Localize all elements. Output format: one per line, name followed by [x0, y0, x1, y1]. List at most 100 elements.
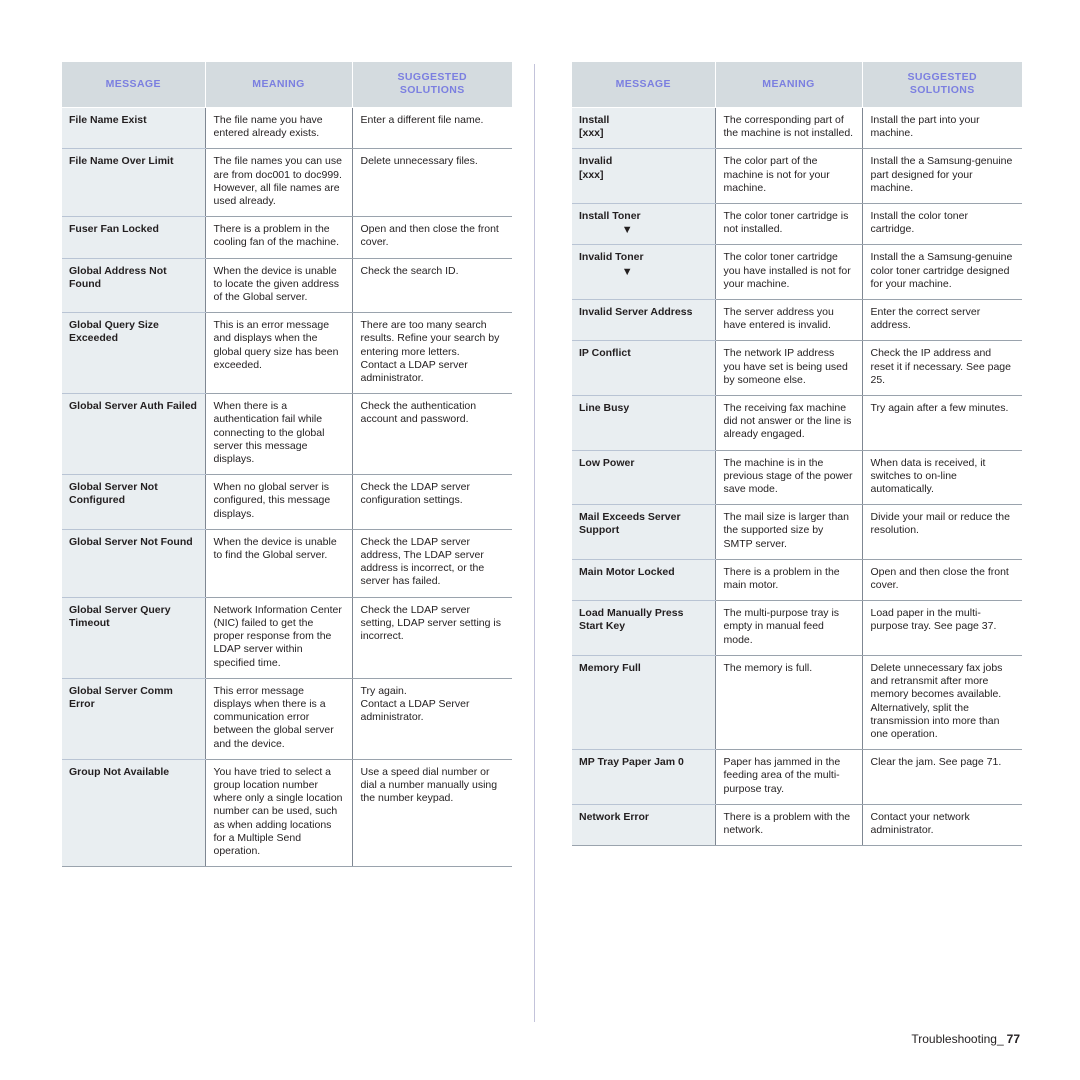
cell-meaning: The file names you can use are from doc0… [204, 148, 352, 218]
message-text: Install [xxx] [579, 114, 610, 140]
cell-message: Global Query Size Exceeded [62, 312, 205, 395]
message-text: Global Server Comm Error [69, 684, 173, 710]
cell-message: Install Toner ▼ [572, 203, 715, 246]
cell-message: Global Address Not Found [62, 258, 205, 314]
table-row: Group Not Available You have tried to sel… [62, 759, 512, 868]
table-row: Install [xxx] The corresponding part of th… [572, 107, 1022, 150]
cell-message: Main Motor Locked [572, 559, 715, 602]
cell-message: Mail Exceeds Server Support [572, 504, 715, 560]
message-text: Invalid [xxx] [579, 155, 613, 181]
table-row: Fuser Fan Locked There is a problem in th… [62, 216, 512, 259]
cell-suggested-solution: Divide your mail or reduce the resolutio… [861, 504, 1022, 560]
table-row: File Name Over Limit The file names you c… [62, 148, 512, 218]
column-header-message: MESSAGE [572, 62, 716, 108]
document-page: MESSAGE MEANING SUGGESTED SOLUTIONS File Na… [0, 0, 1080, 1080]
cell-suggested-solution: Enter a different file name. [351, 107, 512, 150]
message-text: Invalid Toner [579, 251, 644, 264]
cell-meaning: There is a problem in the cooling fan of… [204, 216, 352, 259]
table-row: Install Toner ▼ The color toner cartridge … [572, 203, 1022, 246]
column-header-message: MESSAGE [62, 62, 206, 108]
message-text: Main Motor Locked [579, 565, 675, 578]
cell-meaning: There is a problem in the main motor. [714, 559, 862, 602]
message-text: Global Server Not Found [69, 535, 193, 548]
cell-message: File Name Exist [62, 107, 205, 150]
cell-meaning: When the device is unable to find the Gl… [204, 529, 352, 598]
message-text: Global Server Query Timeout [69, 603, 171, 629]
table-body-left: File Name Exist The file name you have en… [62, 107, 512, 868]
footer-section-label: Troubleshooting_ [911, 1032, 1004, 1046]
cell-message: Global Server Auth Failed [62, 393, 205, 476]
cell-meaning: This error message displays when there i… [204, 678, 352, 760]
table-header-left: MESSAGE MEANING SUGGESTED SOLUTIONS [62, 62, 512, 108]
message-text: Mail Exceeds Server Support [579, 511, 681, 537]
table-row: Global Server Not Found When the device i… [62, 529, 512, 598]
message-text: Global Address Not Found [69, 264, 167, 290]
cell-suggested-solution: Use a speed dial number or dial a number… [351, 759, 512, 868]
error-message-table-right: MESSAGE MEANING SUGGESTED SOLUTIONS Install… [572, 62, 1022, 847]
message-text: Global Server Not Configured [69, 481, 158, 507]
cell-suggested-solution: Delete unnecessary files. [351, 148, 512, 218]
cell-message: Install [xxx] [572, 107, 715, 150]
table-row: Invalid [xxx] The color part of the machin… [572, 148, 1022, 205]
cell-message: Memory Full [572, 655, 715, 751]
table-row: Global Server Comm Error This error messa… [62, 678, 512, 760]
table-body-right: Install [xxx] The corresponding part of th… [572, 107, 1022, 847]
column-divider-rule [534, 64, 535, 1022]
table-row: Global Server Query Timeout Network Infor… [62, 597, 512, 679]
message-text: Global Server Auth Failed [69, 400, 197, 413]
cell-message: Line Busy [572, 395, 715, 451]
message-text: Fuser Fan Locked [69, 223, 159, 236]
cell-suggested-solution: Check the LDAP server address, The LDAP … [351, 529, 512, 598]
message-text: Install Toner [579, 210, 641, 223]
cell-suggested-solution: Enter the correct server address. [861, 299, 1022, 342]
cell-meaning: The memory is full. [714, 655, 862, 751]
triangle-down-icon: ▼ [621, 224, 633, 237]
cell-suggested-solution: Try again. Contact a LDAP Server administ… [351, 678, 512, 760]
cell-meaning: The multi-purpose tray is empty in manua… [714, 600, 862, 656]
cell-message: Global Server Comm Error [62, 678, 205, 760]
left-column: MESSAGE MEANING SUGGESTED SOLUTIONS File Na… [62, 62, 512, 868]
error-message-table-left: MESSAGE MEANING SUGGESTED SOLUTIONS File Na… [62, 62, 512, 868]
cell-suggested-solution: Open and then close the front cover. [351, 216, 512, 259]
cell-meaning: The color toner cartridge you have insta… [714, 244, 862, 301]
cell-meaning: The receiving fax machine did not answer… [714, 395, 862, 451]
cell-suggested-solution: When data is received, it switches to on… [861, 450, 1022, 506]
page-footer: Troubleshooting_ 77 [911, 1032, 1020, 1046]
cell-message: Group Not Available [62, 759, 205, 868]
cell-meaning: The corresponding part of the machine is… [714, 107, 862, 150]
message-text: File Name Over Limit [69, 155, 174, 168]
cell-meaning: Network Information Center (NIC) failed … [204, 597, 352, 679]
cell-message: IP Conflict [572, 340, 715, 397]
table-header-row: MESSAGE MEANING SUGGESTED SOLUTIONS [572, 62, 1022, 108]
cell-suggested-solution: Clear the jam. See page 71. [861, 749, 1022, 805]
cell-suggested-solution: Install the color toner cartridge. [861, 203, 1022, 246]
cell-suggested-solution: Check the LDAP server configuration sett… [351, 474, 512, 530]
cell-message: Low Power [572, 450, 715, 506]
cell-meaning: This is an error message and displays wh… [204, 312, 352, 395]
cell-message: MP Tray Paper Jam 0 [572, 749, 715, 805]
cell-message: Invalid Toner ▼ [572, 244, 715, 301]
cell-message: File Name Over Limit [62, 148, 205, 218]
cell-message: Fuser Fan Locked [62, 216, 205, 259]
table-header-row: MESSAGE MEANING SUGGESTED SOLUTIONS [62, 62, 512, 108]
cell-message: Network Error [572, 804, 715, 847]
cell-meaning: When there is a authentication fail whil… [204, 393, 352, 476]
table-row: MP Tray Paper Jam 0 Paper has jammed in t… [572, 749, 1022, 805]
table-row: Global Server Auth Failed When there is a… [62, 393, 512, 476]
column-header-meaning: MEANING [205, 62, 353, 108]
cell-message: Invalid [xxx] [572, 148, 715, 205]
table-row: Invalid Toner ▼ The color toner cartridge … [572, 244, 1022, 301]
column-header-suggested-solutions: SUGGESTED SOLUTIONS [352, 62, 512, 108]
cell-meaning: There is a problem with the network. [714, 804, 862, 847]
cell-suggested-solution: Check the IP address and reset it if nec… [861, 340, 1022, 397]
table-row: IP Conflict The network IP address you ha… [572, 340, 1022, 397]
cell-suggested-solution: Install the a Samsung-genuine part desig… [861, 148, 1022, 205]
triangle-down-icon: ▼ [621, 265, 633, 278]
cell-message: Global Server Not Configured [62, 474, 205, 530]
cell-meaning: The mail size is larger than the support… [714, 504, 862, 560]
table-row: File Name Exist The file name you have en… [62, 107, 512, 150]
message-text: Network Error [579, 810, 650, 823]
footer-page-number: 77 [1006, 1032, 1020, 1046]
table-row: Network Error There is a problem with the… [572, 804, 1022, 847]
message-text: Memory Full [579, 661, 641, 674]
